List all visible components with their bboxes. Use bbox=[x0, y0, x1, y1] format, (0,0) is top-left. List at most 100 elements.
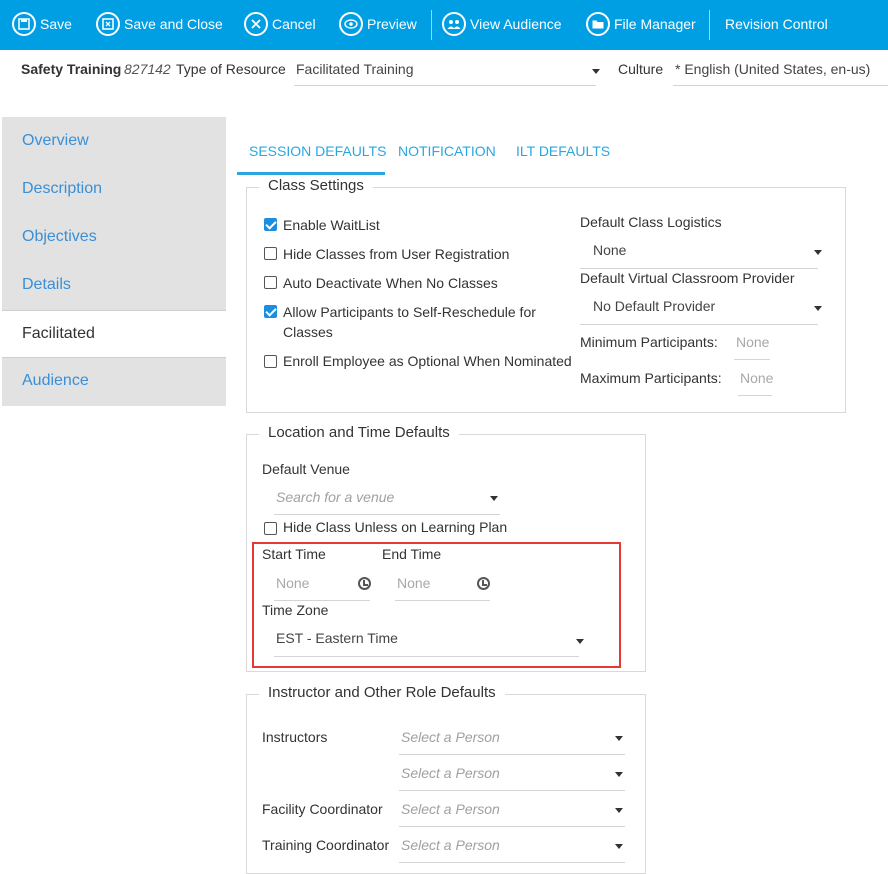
save-close-icon bbox=[96, 12, 120, 36]
allow-reschedule-label: Allow Participants to Self-Reschedule fo… bbox=[283, 304, 536, 320]
tab-session-defaults[interactable]: SESSION DEFAULTS bbox=[249, 143, 386, 159]
toolbar: Save Save and Close Cancel Preview View … bbox=[0, 0, 888, 50]
allow-reschedule-checkbox[interactable] bbox=[264, 305, 277, 318]
sidebar-item-overview[interactable]: Overview bbox=[2, 117, 226, 165]
resource-id: 827142 bbox=[124, 61, 171, 77]
revision-control-button[interactable]: Revision Control bbox=[725, 10, 828, 38]
instructor-roles-legend: Instructor and Other Role Defaults bbox=[259, 684, 505, 701]
venue-search-placeholder: Search for a venue bbox=[276, 489, 395, 505]
max-participants-value: None bbox=[740, 370, 774, 386]
save-label: Save bbox=[40, 16, 72, 32]
instructor-select-2[interactable]: Select a Person bbox=[399, 757, 625, 791]
enable-waitlist-label: Enable WaitList bbox=[283, 217, 380, 233]
close-icon bbox=[244, 12, 268, 36]
facility-coordinator-placeholder: Select a Person bbox=[401, 801, 500, 817]
auto-deactivate-checkbox[interactable] bbox=[264, 276, 277, 289]
class-settings-group: Class Settings Enable WaitList Hide Clas… bbox=[246, 177, 846, 413]
chevron-down-icon bbox=[615, 736, 623, 741]
preview-button[interactable]: Preview bbox=[339, 10, 417, 38]
enroll-optional-label: Enroll Employee as Optional When Nominat… bbox=[283, 353, 572, 369]
sidebar-item-objectives[interactable]: Objectives bbox=[2, 213, 226, 261]
active-tab-indicator bbox=[237, 172, 385, 175]
facility-coordinator-label: Facility Coordinator bbox=[262, 801, 383, 817]
toolbar-divider bbox=[709, 10, 710, 40]
sidebar-item-label: Audience bbox=[22, 372, 89, 389]
eye-icon bbox=[339, 12, 363, 36]
class-settings-legend: Class Settings bbox=[259, 177, 373, 194]
tab-ilt-defaults[interactable]: ILT DEFAULTS bbox=[516, 143, 610, 159]
toolbar-divider bbox=[431, 10, 432, 40]
resource-type-value: Facilitated Training bbox=[296, 61, 414, 77]
chevron-down-icon bbox=[615, 772, 623, 777]
location-time-legend: Location and Time Defaults bbox=[259, 424, 459, 441]
save-button[interactable]: Save bbox=[12, 10, 72, 38]
people-icon bbox=[442, 12, 466, 36]
max-participants-label: Maximum Participants: bbox=[580, 370, 722, 386]
chevron-down-icon bbox=[814, 306, 822, 311]
sidebar: Overview Description Objectives Details … bbox=[2, 117, 226, 406]
class-logistics-select[interactable]: None bbox=[580, 234, 822, 269]
sidebar-item-label: Description bbox=[22, 180, 103, 197]
enable-waitlist-checkbox[interactable] bbox=[264, 218, 277, 231]
save-and-close-label: Save and Close bbox=[124, 16, 223, 32]
folder-icon bbox=[586, 12, 610, 36]
virtual-provider-select[interactable]: No Default Provider bbox=[580, 290, 822, 325]
instructor-select[interactable]: Select a Person bbox=[399, 721, 625, 755]
training-coordinator-placeholder: Select a Person bbox=[401, 837, 500, 853]
class-logistics-value: None bbox=[593, 242, 627, 258]
instructor-placeholder: Select a Person bbox=[401, 765, 500, 781]
default-venue-label: Default Venue bbox=[262, 461, 350, 477]
sidebar-item-description[interactable]: Description bbox=[2, 165, 226, 213]
class-logistics-label: Default Class Logistics bbox=[580, 214, 722, 230]
instructors-label: Instructors bbox=[262, 729, 328, 745]
max-participants-input[interactable]: None bbox=[738, 362, 774, 396]
allow-reschedule-label-continued: Classes bbox=[283, 324, 333, 340]
file-manager-label: File Manager bbox=[614, 16, 696, 32]
instructor-placeholder: Select a Person bbox=[401, 729, 500, 745]
auto-deactivate-label: Auto Deactivate When No Classes bbox=[283, 275, 498, 291]
chevron-down-icon bbox=[814, 250, 822, 255]
chevron-down-icon bbox=[592, 69, 600, 74]
virtual-provider-label: Default Virtual Classroom Provider bbox=[580, 270, 795, 286]
min-participants-input[interactable]: None bbox=[734, 326, 770, 360]
sidebar-item-label: Facilitated bbox=[22, 325, 95, 342]
revision-control-label: Revision Control bbox=[725, 16, 828, 32]
sidebar-item-label: Details bbox=[22, 276, 71, 293]
min-participants-value: None bbox=[736, 334, 770, 350]
view-audience-button[interactable]: View Audience bbox=[442, 10, 562, 38]
min-participants-label: Minimum Participants: bbox=[580, 334, 718, 350]
tab-notification[interactable]: NOTIFICATION bbox=[398, 143, 496, 159]
virtual-provider-value: No Default Provider bbox=[593, 298, 716, 314]
resource-header: Safety Training 827142 Type of Resource … bbox=[0, 50, 888, 100]
save-icon bbox=[12, 12, 36, 36]
resource-type-select[interactable]: Facilitated Training bbox=[294, 54, 600, 86]
chevron-down-icon bbox=[615, 808, 623, 813]
culture-value: * English (United States, en-us) bbox=[675, 61, 871, 77]
instructor-roles-group: Instructor and Other Role Defaults Instr… bbox=[246, 684, 646, 874]
cancel-label: Cancel bbox=[272, 16, 316, 32]
resource-type-label: Type of Resource bbox=[176, 61, 286, 77]
training-coordinator-select[interactable]: Select a Person bbox=[399, 829, 625, 863]
hide-class-label: Hide Class Unless on Learning Plan bbox=[283, 519, 508, 535]
culture-select[interactable]: * English (United States, en-us) bbox=[673, 54, 888, 86]
file-manager-button[interactable]: File Manager bbox=[586, 10, 696, 38]
save-and-close-button[interactable]: Save and Close bbox=[96, 10, 223, 38]
sidebar-item-details[interactable]: Details bbox=[2, 261, 226, 309]
hide-classes-label: Hide Classes from User Registration bbox=[283, 246, 510, 262]
sidebar-item-label: Overview bbox=[22, 132, 89, 149]
sidebar-item-audience[interactable]: Audience bbox=[2, 357, 226, 405]
hide-class-checkbox[interactable] bbox=[264, 522, 277, 535]
culture-label: Culture bbox=[618, 61, 664, 77]
preview-label: Preview bbox=[367, 16, 417, 32]
sidebar-item-facilitated[interactable]: Facilitated bbox=[2, 310, 226, 358]
hide-classes-checkbox[interactable] bbox=[264, 247, 277, 260]
venue-search-input[interactable]: Search for a venue bbox=[274, 483, 500, 515]
enroll-optional-checkbox[interactable] bbox=[264, 355, 277, 368]
sidebar-item-label: Objectives bbox=[22, 228, 97, 245]
resource-title: Safety Training bbox=[21, 61, 122, 77]
highlight-box bbox=[252, 542, 621, 668]
cancel-button[interactable]: Cancel bbox=[244, 10, 316, 38]
training-coordinator-label: Training Coordinator bbox=[262, 837, 390, 853]
facility-coordinator-select[interactable]: Select a Person bbox=[399, 793, 625, 827]
view-audience-label: View Audience bbox=[470, 16, 562, 32]
